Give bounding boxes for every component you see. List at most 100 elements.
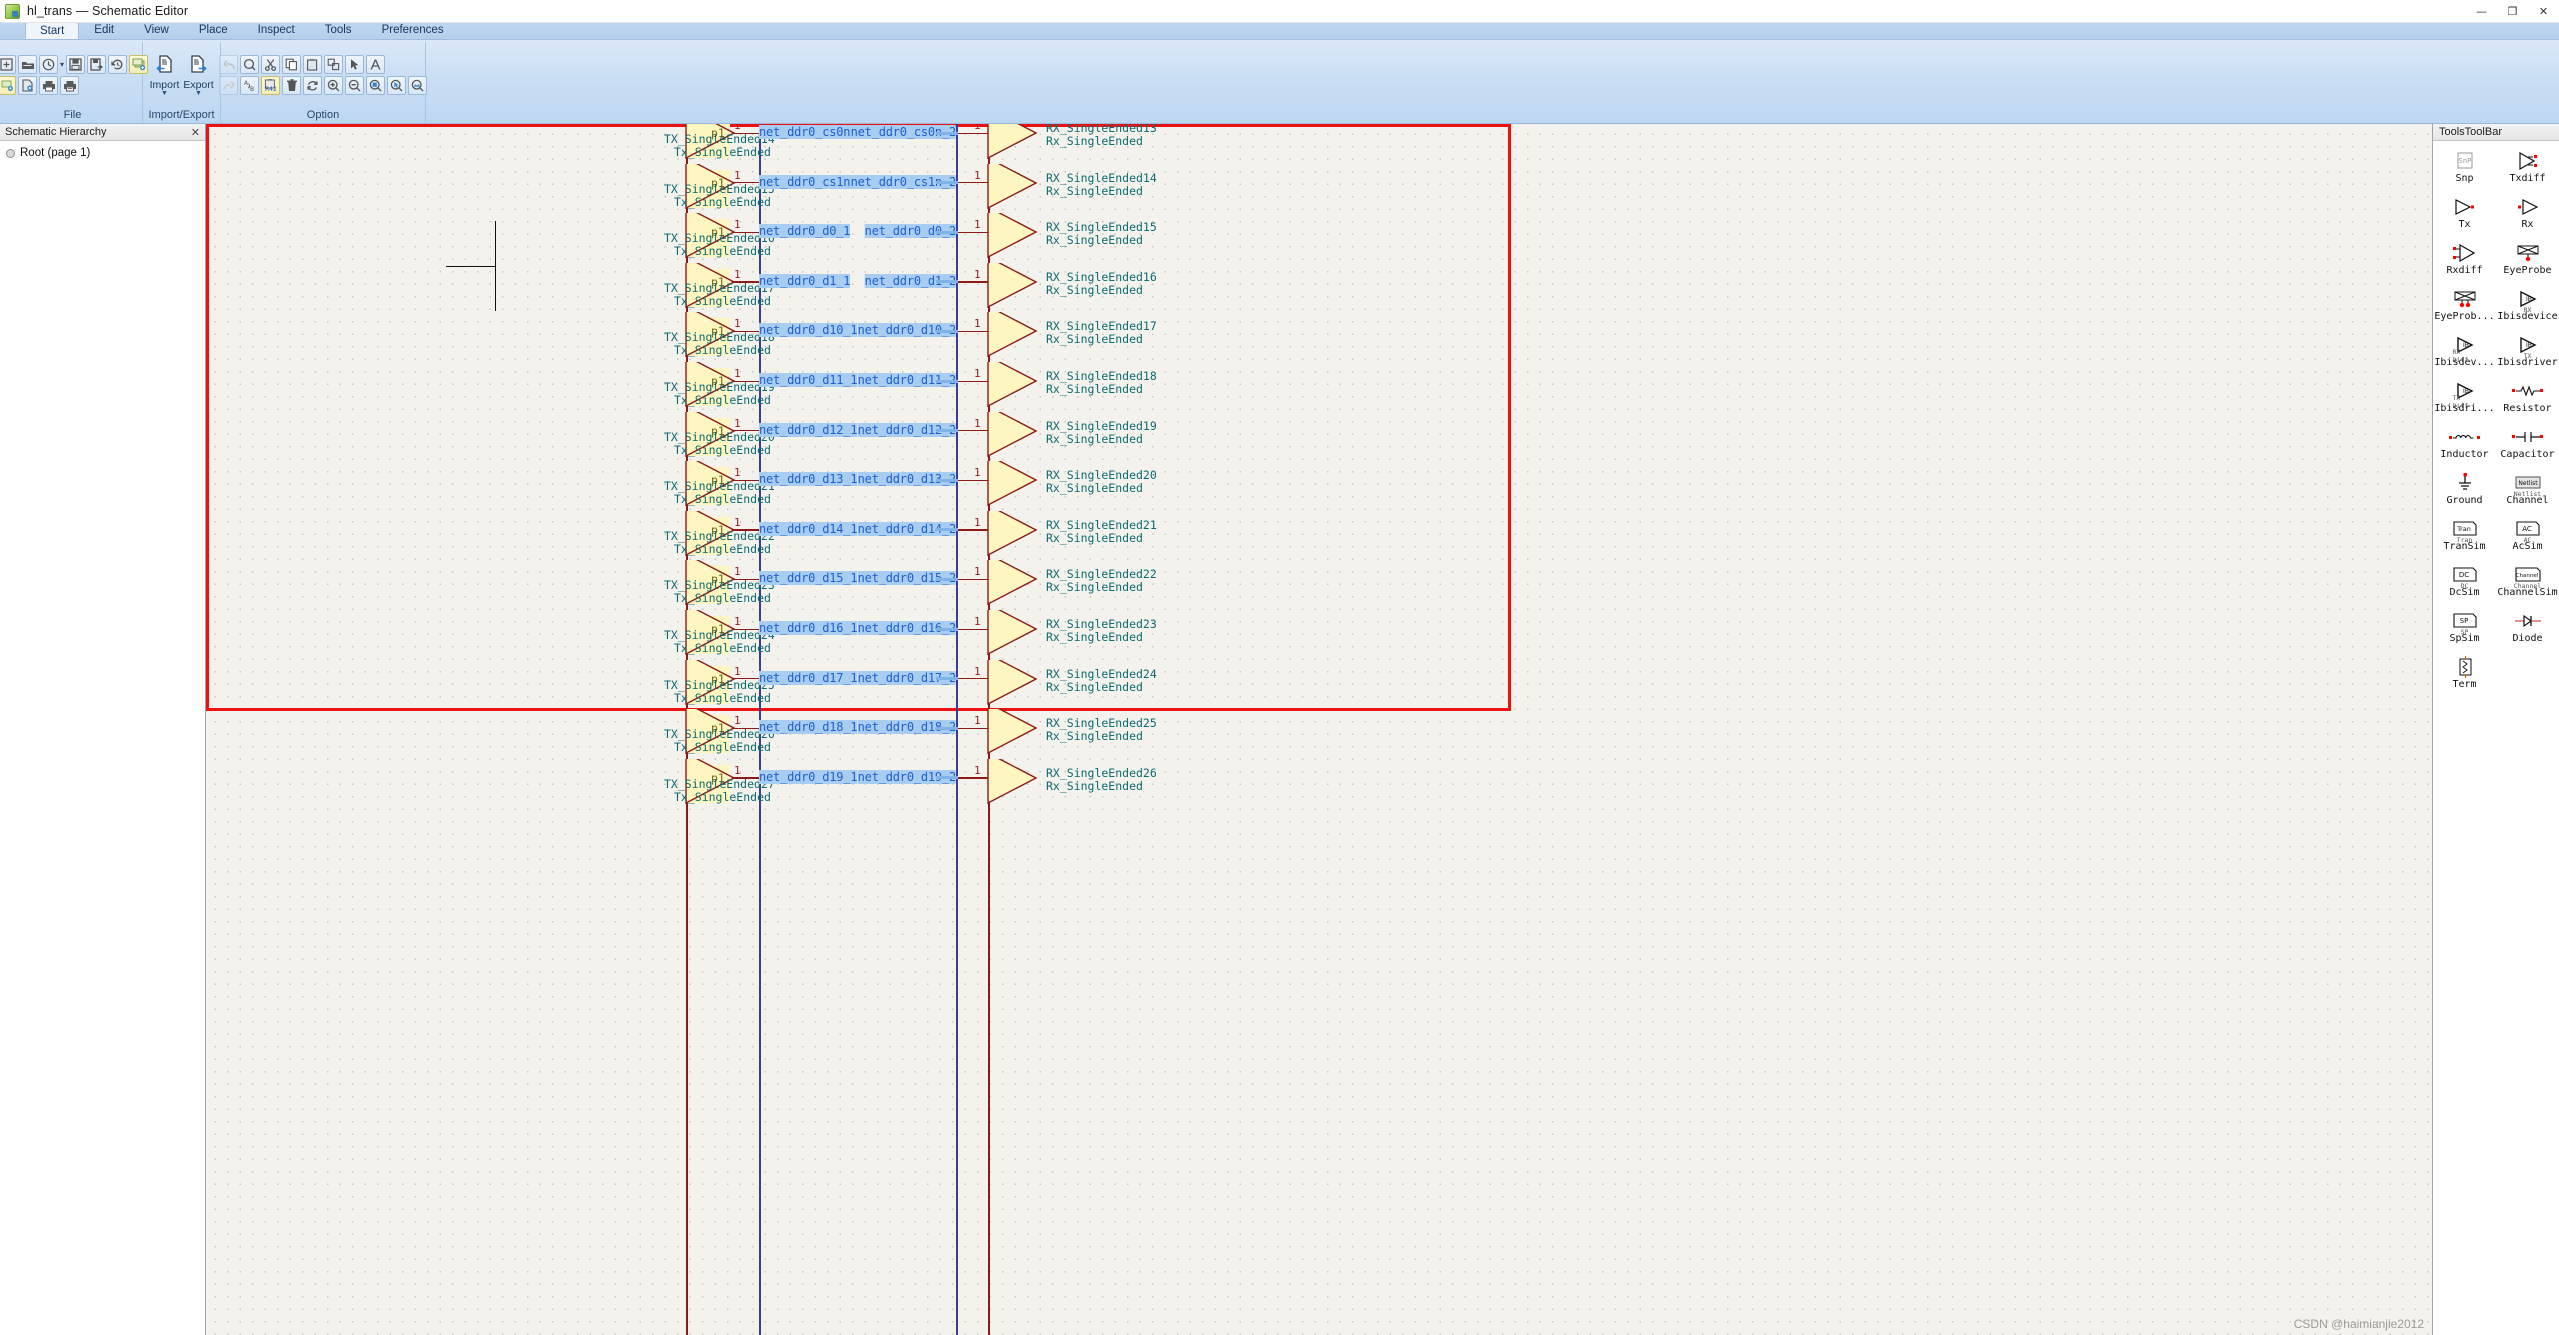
- export-button[interactable]: Export ▼: [183, 53, 214, 97]
- tool-item-tx[interactable]: Tx: [2433, 197, 2496, 230]
- inductor-icon[interactable]: [2448, 427, 2482, 446]
- channel-icon[interactable]: Netlist Netlist: [2514, 473, 2542, 498]
- schematic-row[interactable]: 1 p1 TX_SingleEnded26 Tx_SingleEnded net…: [206, 709, 2432, 759]
- ibisdriver-icon[interactable]: IB TX: [2516, 335, 2540, 360]
- tool-item-ibisdevice[interactable]: IB RX Ibisdevice: [2496, 289, 2559, 322]
- net-label-left[interactable]: net_ddr0_d19_1: [759, 769, 858, 784]
- net-label-left[interactable]: net_ddr0_d10_1: [759, 323, 858, 338]
- rx-buffer-icon[interactable]: [986, 461, 1048, 511]
- zoom-pointer-icon[interactable]: [387, 76, 406, 95]
- net-label-left[interactable]: net_ddr0_d17_1: [759, 670, 858, 685]
- schematic-row[interactable]: 1 p1 TX_SingleEnded18 Tx_SingleEnded net…: [206, 312, 2432, 362]
- rx-buffer-icon[interactable]: [986, 709, 1048, 759]
- tool-item-rx[interactable]: Rx: [2496, 197, 2559, 230]
- page-settings-icon[interactable]: [18, 76, 37, 95]
- group-icon[interactable]: [324, 55, 343, 74]
- tool-item-channel[interactable]: Netlist Netlist Channel: [2496, 473, 2559, 506]
- net-label-left[interactable]: net_ddr0_d13_1: [759, 472, 858, 487]
- import-button[interactable]: Import ▼: [150, 53, 180, 97]
- recent-dropdown-arrow[interactable]: ▾: [60, 60, 64, 69]
- print-icon[interactable]: [39, 76, 58, 95]
- ibisdriver-diff-icon[interactable]: IB TX Diff: [2453, 381, 2477, 410]
- zoom-in-icon[interactable]: [324, 76, 343, 95]
- tool-item-resistor[interactable]: Resistor: [2496, 381, 2559, 414]
- dcsim-icon[interactable]: DC DC: [2452, 565, 2478, 590]
- pointer-icon[interactable]: [345, 55, 364, 74]
- zoom-out-icon[interactable]: [345, 76, 364, 95]
- net-label-left[interactable]: net_ddr0_d15_1: [759, 571, 858, 586]
- new-file-icon[interactable]: [0, 55, 16, 74]
- tool-item-acsim[interactable]: AC AC AcSim: [2496, 519, 2559, 552]
- schematic-row[interactable]: 1 p1 TX_SingleEnded20 Tx_SingleEnded net…: [206, 411, 2432, 462]
- tab-start[interactable]: Start: [25, 22, 80, 39]
- cut-icon[interactable]: [261, 55, 280, 74]
- net-label-left[interactable]: net_ddr0_d1_1: [759, 273, 851, 288]
- net-label-left[interactable]: net_ddr0_d0_1: [759, 224, 851, 239]
- tools-grid[interactable]: SnP Snp Txdiff Tx Rx Rxdiff EyeProbe Eye…: [2433, 141, 2559, 1335]
- restore-history-icon[interactable]: [108, 55, 128, 74]
- resistor-icon[interactable]: [2511, 381, 2545, 400]
- net-label-left[interactable]: net_ddr0_cs1n_1: [759, 174, 865, 189]
- rx-buffer-icon[interactable]: [986, 362, 1048, 412]
- schematic-canvas[interactable]: 1 p1 TX_SingleEnded14 Tx_SingleEnded net…: [206, 124, 2432, 1335]
- tool-item-channelsim[interactable]: Channel Channel ChannelSim: [2496, 565, 2559, 598]
- rx-buffer-icon[interactable]: [986, 758, 1048, 809]
- maximize-button[interactable]: ❐: [2497, 0, 2528, 23]
- tool-item-ground[interactable]: Ground: [2433, 473, 2496, 506]
- rx-buffer-icon[interactable]: [986, 213, 1048, 263]
- tab-inspect[interactable]: Inspect: [243, 22, 310, 39]
- schematic-row[interactable]: 1 p1 TX_SingleEnded25 Tx_SingleEnded net…: [206, 659, 2432, 710]
- tool-item-ibisdev[interactable]: IB RX Diff Ibisdev...: [2433, 335, 2496, 368]
- text-icon[interactable]: [366, 55, 385, 74]
- tool-item-eyeprob[interactable]: EyeProb...: [2433, 289, 2496, 322]
- tree-item-root[interactable]: Root (page 1): [6, 147, 205, 159]
- schematic-row[interactable]: 1 p1 TX_SingleEnded19 Tx_SingleEnded net…: [206, 362, 2432, 412]
- tab-edit[interactable]: Edit: [79, 22, 129, 39]
- paste-icon[interactable]: [303, 55, 322, 74]
- schematic-row[interactable]: 1 p1 TX_SingleEnded24 Tx_SingleEnded net…: [206, 610, 2432, 660]
- tool-item-capacitor[interactable]: Capacitor: [2496, 427, 2559, 460]
- tool-item-rxdiff[interactable]: Rxdiff: [2433, 243, 2496, 276]
- file-row-2[interactable]: [0, 76, 149, 95]
- net-label-left[interactable]: net_ddr0_cs0n_1: [759, 125, 865, 139]
- hierarchy-tree[interactable]: Root (page 1): [0, 141, 205, 159]
- rx-buffer-icon[interactable]: [986, 124, 1048, 164]
- tool-item-dcsim[interactable]: DC DC DcSim: [2433, 565, 2496, 598]
- schematic-row[interactable]: 1 p1 TX_SingleEnded16 Tx_SingleEnded net…: [206, 213, 2432, 263]
- zoom-fit-icon[interactable]: [408, 76, 427, 95]
- rx-buffer-icon[interactable]: [986, 659, 1048, 710]
- net-label-left[interactable]: net_ddr0_d18_1: [759, 720, 858, 735]
- diode-icon[interactable]: [2511, 611, 2545, 630]
- schematic-row[interactable]: 1 p1 TX_SingleEnded14 Tx_SingleEnded net…: [206, 124, 2432, 164]
- tab-tools[interactable]: Tools: [310, 22, 367, 39]
- net-label-left[interactable]: net_ddr0_d14_1: [759, 521, 858, 536]
- tool-item-txdiff[interactable]: Txdiff: [2496, 151, 2559, 184]
- ground-icon[interactable]: [2455, 473, 2475, 492]
- layer-settings-icon[interactable]: [0, 76, 16, 95]
- import-dropdown-arrow[interactable]: ▼: [161, 90, 168, 97]
- refresh-icon[interactable]: [303, 76, 322, 95]
- close-icon[interactable]: ✕: [191, 126, 200, 139]
- schematic-row[interactable]: 1 p1 TX_SingleEnded27 Tx_SingleEnded net…: [206, 758, 2432, 809]
- rx-buffer-icon[interactable]: [986, 262, 1048, 313]
- tool-item-transim[interactable]: Tran Tran TranSim: [2433, 519, 2496, 552]
- rx-buffer-icon[interactable]: [986, 411, 1048, 462]
- net-label-left[interactable]: net_ddr0_d12_1: [759, 422, 858, 437]
- net-label-left[interactable]: net_ddr0_d11_1: [759, 373, 858, 387]
- eyeprobe-diff-icon[interactable]: [2452, 289, 2478, 308]
- recent-clock-icon[interactable]: [39, 55, 58, 74]
- snp-icon[interactable]: SnP: [2454, 151, 2476, 170]
- net-label-left[interactable]: net_ddr0_d16_1: [759, 621, 858, 635]
- tab-preferences[interactable]: Preferences: [367, 22, 459, 39]
- save-as-icon[interactable]: [87, 55, 107, 74]
- export-dropdown-arrow[interactable]: ▼: [195, 90, 202, 97]
- save-icon[interactable]: [66, 55, 86, 74]
- zoom-selection-icon[interactable]: [366, 76, 385, 95]
- rename-ab-icon[interactable]: AB: [240, 76, 259, 95]
- rx-buffer-icon[interactable]: [986, 560, 1048, 610]
- undo-icon[interactable]: [219, 55, 238, 74]
- capacitor-icon[interactable]: [2511, 427, 2545, 446]
- rx-buffer-icon[interactable]: [986, 312, 1048, 362]
- txdiff-icon[interactable]: [2515, 151, 2541, 170]
- print-preview-icon[interactable]: [60, 76, 79, 95]
